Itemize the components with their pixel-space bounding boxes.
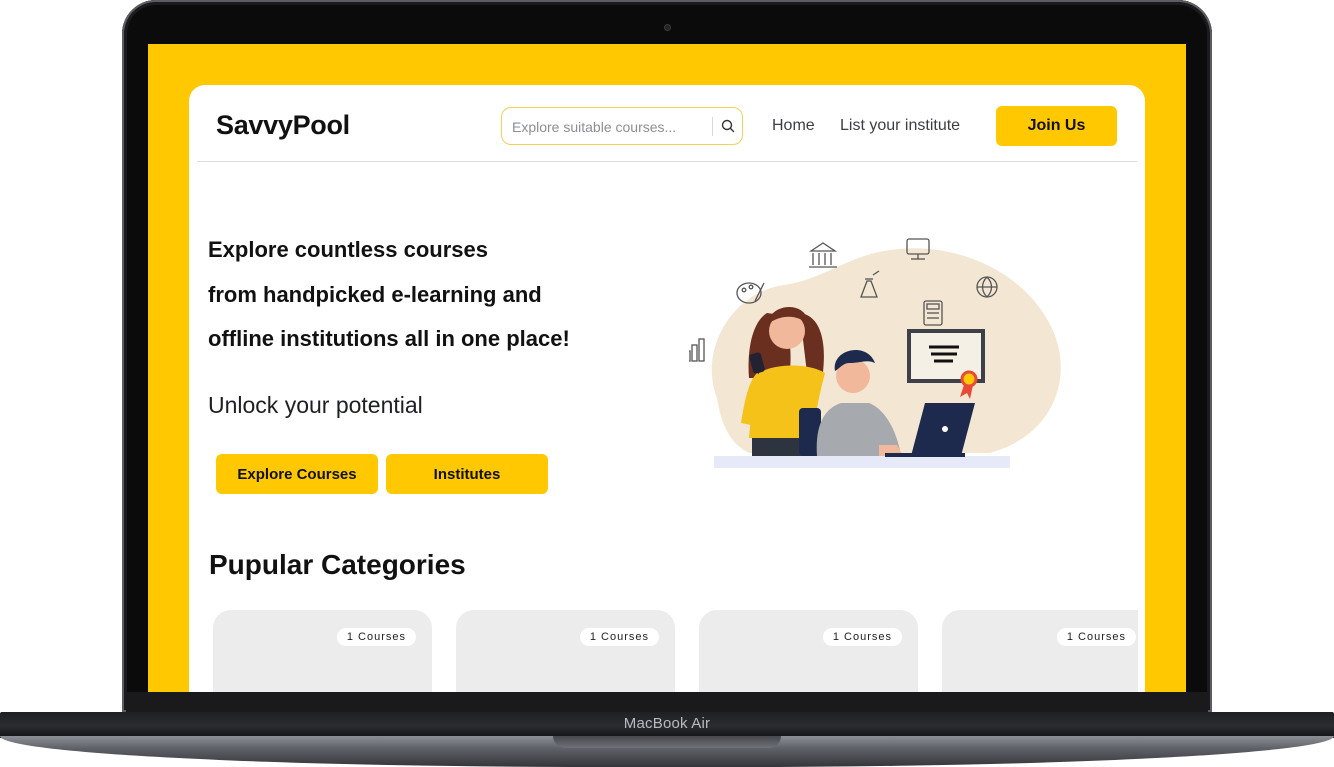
page-card: SavvyPool Home List your institute Join …	[189, 85, 1145, 692]
search-box	[501, 107, 743, 145]
device-label: MacBook Air	[623, 715, 711, 732]
course-count-badge: 1 Courses	[1056, 628, 1136, 646]
hero-headline-line-3: offline institutions all in one place!	[208, 326, 570, 351]
join-us-button[interactable]: Join Us	[996, 106, 1117, 146]
explore-courses-button[interactable]: Explore Courses	[216, 454, 378, 494]
category-card[interactable]: 1 Courses	[699, 610, 918, 692]
hero-subtitle: Unlock your potential	[208, 392, 423, 418]
categories-title: Pupular Categories	[209, 549, 466, 580]
brand-logo[interactable]: SavvyPool	[216, 110, 350, 141]
nav-home-link[interactable]: Home	[772, 117, 815, 135]
hero-headline-line-2: from handpicked e-learning and	[208, 282, 542, 307]
desk	[714, 456, 1010, 468]
category-card[interactable]: 1 Courses	[456, 610, 675, 692]
category-card[interactable]: 1 Courses	[213, 610, 432, 692]
course-count-badge: 1 Courses	[579, 628, 659, 646]
hero-illustration	[689, 238, 1061, 468]
navbar: SavvyPool Home List your institute Join …	[197, 85, 1137, 162]
laptop-notch	[553, 736, 781, 748]
camera-icon	[664, 24, 671, 31]
search-input[interactable]	[510, 114, 704, 140]
institutes-button[interactable]: Institutes	[386, 454, 548, 494]
course-count-badge: 1 Courses	[822, 628, 902, 646]
building-icon	[808, 242, 838, 268]
search-divider	[712, 117, 713, 136]
laptop-chin	[126, 692, 1208, 712]
bar-graph-icon	[689, 338, 705, 362]
course-count-badge: 1 Courses	[336, 628, 416, 646]
category-card[interactable]: 1 Courses	[942, 610, 1138, 692]
hero-headline-line-1: Explore countless courses	[208, 237, 488, 262]
search-icon[interactable]	[720, 118, 736, 134]
nav-list-institute-link[interactable]: List your institute	[840, 117, 960, 135]
screen: SavvyPool Home List your institute Join …	[148, 44, 1186, 692]
